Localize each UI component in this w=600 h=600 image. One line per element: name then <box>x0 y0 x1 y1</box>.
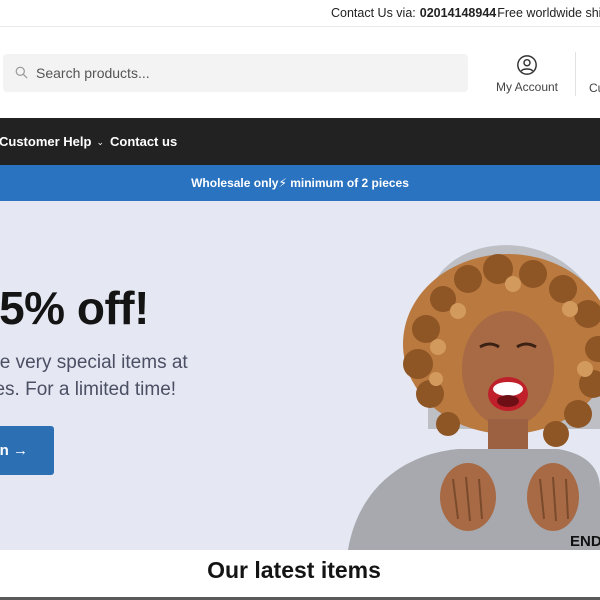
search-input[interactable] <box>36 54 456 92</box>
nav-item-label: Contact us <box>110 134 178 149</box>
search-box[interactable] <box>3 54 468 92</box>
hero-subtitle: n some very special items at e prices. F… <box>0 349 188 403</box>
user-account-icon <box>517 55 537 75</box>
hero-image-shirt-text: END <box>570 533 600 550</box>
nav-item-label: Customer Help <box>0 134 92 149</box>
contact-prefix: Contact Us via: <box>331 6 416 20</box>
latest-items-title: Our latest items <box>0 557 600 584</box>
topbar-contact: Contact Us via: 02014148944Free worldwide… <box>331 6 600 20</box>
hero-model-image: END <box>308 229 600 550</box>
chevron-down-icon: ⌄ <box>96 137 105 147</box>
search-icon <box>15 66 28 79</box>
my-account-link[interactable]: My Account <box>490 54 564 96</box>
hero-subtitle-line-2: e prices. For a limited time! <box>0 379 177 400</box>
announcement-bar: Wholesale only⚡ minimum of 2 pieces <box>0 165 600 201</box>
contact-phone-link[interactable]: 02014148944 <box>420 6 496 20</box>
latest-items-section: Our latest items <box>0 550 600 600</box>
nav-item-contact-us[interactable]: Contact us <box>110 134 177 149</box>
header-divider <box>575 52 576 96</box>
latest-items-title-text: Our latest items <box>207 557 381 583</box>
site-header: My Account Cu <box>0 27 600 118</box>
announcement-text: Wholesale only⚡ minimum of 2 pieces <box>191 176 409 190</box>
hero-headline: 45% off! <box>0 282 149 334</box>
top-bar: Contact Us via: 02014148944Free worldwide… <box>0 0 600 27</box>
main-nav: Customer Help ⌄ Contact us <box>0 118 600 165</box>
hero-cta-button[interactable]: n → <box>0 426 54 475</box>
nav-item-customer-help[interactable]: Customer Help ⌄ <box>0 134 104 149</box>
hero-banner: 45% off! n some very special items at e … <box>0 201 600 550</box>
my-account-label: My Account <box>495 80 559 94</box>
hero-subtitle-line-1: n some very special items at <box>0 352 188 373</box>
cart-link[interactable]: Cu <box>589 81 600 95</box>
shipping-notice: Free worldwide shippi <box>497 6 600 20</box>
